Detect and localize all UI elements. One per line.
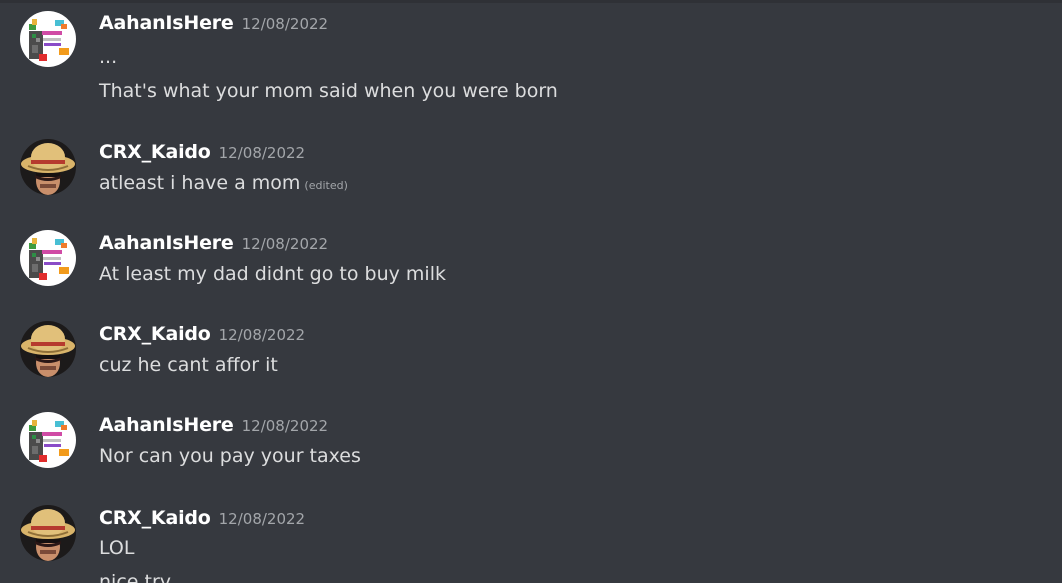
timestamp: 12/08/2022 — [218, 144, 306, 162]
edited-label: (edited) — [304, 179, 348, 192]
message-text: Nor can you pay your taxes — [99, 445, 361, 467]
timestamp: 12/08/2022 — [218, 326, 306, 344]
username[interactable]: CRX_Kaido — [99, 141, 211, 163]
message-content: atleast i have a mom — [99, 172, 301, 194]
straw-hat-avatar-icon — [20, 505, 76, 561]
straw-hat-avatar-icon — [20, 321, 76, 377]
username[interactable]: CRX_Kaido — [99, 507, 211, 529]
username[interactable]: CRX_Kaido — [99, 323, 211, 345]
user-avatar[interactable] — [20, 321, 76, 377]
message-text: cuz he cant affor it — [99, 354, 278, 376]
timestamp: 12/08/2022 — [241, 235, 329, 253]
killer-survivor-avatar-icon — [20, 230, 76, 286]
message-text: LOL — [99, 537, 135, 559]
message-text: At least my dad didnt go to buy milk — [99, 263, 446, 285]
username[interactable]: AahanIsHere — [99, 414, 234, 436]
straw-hat-avatar-icon — [20, 139, 76, 195]
message-text: ... — [99, 46, 118, 68]
message-header: CRX_Kaido 12/08/2022 — [99, 138, 305, 167]
killer-survivor-avatar-icon — [20, 11, 76, 67]
killer-survivor-avatar-icon — [20, 412, 76, 468]
message-text: atleast i have a mom (edited) — [99, 169, 348, 200]
top-divider — [0, 0, 1062, 3]
message-header: AahanIsHere 12/08/2022 — [99, 411, 328, 440]
message-header: CRX_Kaido 12/08/2022 — [99, 320, 305, 349]
message-header: CRX_Kaido 12/08/2022 — [99, 504, 305, 533]
user-avatar[interactable] — [20, 505, 76, 561]
message-text: That's what your mom said when you were … — [99, 80, 558, 102]
timestamp: 12/08/2022 — [218, 510, 306, 528]
timestamp: 12/08/2022 — [241, 15, 329, 33]
timestamp: 12/08/2022 — [241, 417, 329, 435]
user-avatar[interactable] — [20, 230, 76, 286]
username[interactable]: AahanIsHere — [99, 12, 234, 34]
user-avatar[interactable] — [20, 139, 76, 195]
message-header: AahanIsHere 12/08/2022 — [99, 229, 328, 258]
user-avatar[interactable] — [20, 412, 76, 468]
user-avatar[interactable] — [20, 11, 76, 67]
message-header: AahanIsHere 12/08/2022 — [99, 9, 328, 38]
message-text: nice try — [99, 571, 172, 583]
chat-message-list: AahanIsHere 12/08/2022 ... That's what yo… — [0, 0, 1062, 583]
username[interactable]: AahanIsHere — [99, 232, 234, 254]
